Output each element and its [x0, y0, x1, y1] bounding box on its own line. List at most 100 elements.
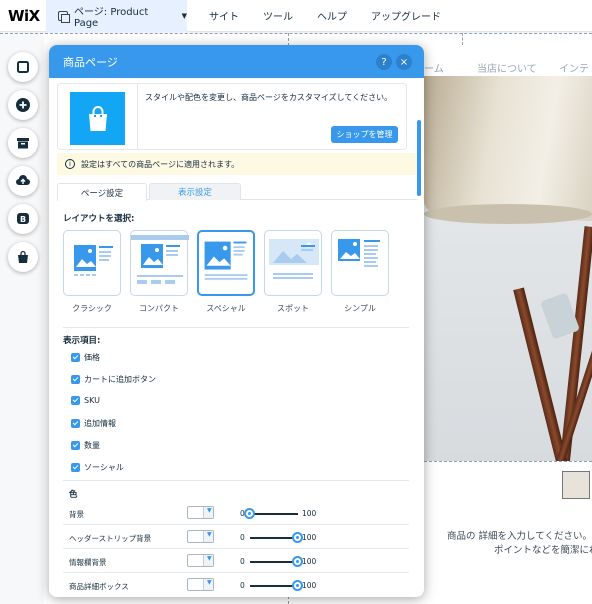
- chevron-down-icon: ▼: [207, 579, 212, 586]
- layout-compact[interactable]: コンパクト: [130, 230, 189, 314]
- opacity-min: 0: [240, 533, 245, 542]
- checkbox-label: SKU: [84, 396, 100, 405]
- chevron-down-icon: ▼: [207, 555, 212, 562]
- product-description-line: ポイントなどを簡潔にわか: [494, 545, 592, 556]
- layout-label: スペシャル: [206, 304, 246, 313]
- layout-spot-thumb: [264, 230, 322, 296]
- checkbox-icon: [71, 419, 80, 428]
- checkbox-label: カートに追加ボタン: [84, 375, 156, 384]
- notice-bar: i 設定はすべての商品ページに適用されます。: [57, 153, 417, 175]
- divider: [63, 572, 409, 573]
- shopping-bag-icon: [18, 250, 28, 263]
- layout-label: クラシック: [72, 304, 112, 313]
- layout-compact-icon: [131, 235, 189, 284]
- color-row-product-details: 商品詳細ボックス ▼ 0 100: [69, 577, 409, 597]
- layout-special[interactable]: スペシャル: [197, 230, 255, 314]
- close-button[interactable]: ×: [396, 54, 412, 70]
- checkbox-add-to-cart[interactable]: カートに追加ボタン: [71, 374, 156, 385]
- product-image[interactable]: [424, 76, 592, 461]
- color-row-info-section: 情報欄背景 ▼ 0 100: [63, 553, 409, 573]
- panel-body[interactable]: スタイルや配色を変更し、商品ページをカスタマイズしてください。 ショップを管理 …: [49, 78, 424, 597]
- blog-button[interactable]: B: [8, 204, 38, 234]
- color-row-header-strip: ヘッダーストリップ背景 ▼ 0 100: [63, 529, 409, 549]
- product-thumbnail[interactable]: [562, 471, 590, 499]
- layout-simple[interactable]: シンプル: [331, 230, 389, 314]
- chevron-down-icon: ▼: [181, 11, 188, 20]
- shop-description: スタイルや配色を変更し、商品ページをカスタマイズしてください。: [145, 93, 393, 102]
- layout-simple-icon: [338, 239, 380, 267]
- shopping-bag-icon: [88, 105, 107, 131]
- checkbox-additional-info[interactable]: 追加情報: [71, 418, 116, 429]
- layout-spot[interactable]: スポット: [264, 230, 322, 314]
- opacity-max: 100: [302, 581, 317, 590]
- color-name: 背景: [69, 510, 84, 519]
- layout-spot-icon: [269, 239, 319, 279]
- checkbox-icon: [71, 463, 80, 472]
- opacity-min: 0: [240, 581, 245, 590]
- manage-shop-button[interactable]: ショップを管理: [331, 126, 398, 143]
- lamp-shade: [424, 76, 592, 221]
- layout-label: コンパクト: [139, 304, 179, 313]
- opacity-min: 0: [240, 557, 245, 566]
- menu-upgrade[interactable]: アップグレード: [371, 8, 441, 23]
- checkbox-label: 追加情報: [84, 419, 116, 428]
- help-button[interactable]: ?: [376, 54, 392, 70]
- chevron-down-icon: ▼: [207, 507, 212, 514]
- checkbox-icon: [71, 441, 80, 450]
- layout-classic[interactable]: クラシック: [63, 230, 121, 314]
- opacity-max: 100: [302, 509, 317, 518]
- layout-special-icon: [204, 241, 248, 280]
- chevron-down-icon: ▼: [207, 531, 212, 538]
- background-button[interactable]: [8, 52, 38, 82]
- app-market-button[interactable]: [8, 128, 38, 158]
- opacity-slider[interactable]: [250, 513, 298, 515]
- add-button[interactable]: [8, 90, 38, 120]
- layout-label: スポット: [277, 304, 309, 313]
- store-button[interactable]: [8, 242, 38, 272]
- layout-compact-thumb: [130, 230, 189, 296]
- content-guide-line: [424, 461, 592, 462]
- plus-icon: [16, 98, 30, 112]
- shop-info-box: スタイルや配色を変更し、商品ページをカスタマイズしてください。 ショップを管理: [57, 83, 407, 150]
- menu-tools[interactable]: ツール: [263, 8, 293, 23]
- site-nav-home[interactable]: ーム: [424, 60, 444, 75]
- opacity-slider[interactable]: [250, 561, 298, 563]
- color-row-background: 背景 ▼ 0 100: [63, 505, 409, 525]
- checkbox-price[interactable]: 価格: [71, 352, 100, 363]
- opacity-slider[interactable]: [250, 537, 298, 539]
- color-name: 情報欄背景: [69, 558, 107, 567]
- upload-button[interactable]: [8, 166, 38, 196]
- panel-title: 商品ページ: [63, 55, 118, 69]
- upload-icon: [16, 175, 30, 185]
- layout-title: レイアウトを選択:: [63, 214, 135, 224]
- display-title: 表示項目:: [63, 336, 101, 346]
- color-name: ヘッダーストリップ背景: [69, 534, 152, 543]
- site-nav-about[interactable]: 当店について: [477, 60, 537, 75]
- checkbox-sku[interactable]: SKU: [71, 396, 100, 405]
- info-icon: i: [65, 159, 75, 169]
- color-name: 商品詳細ボックス: [69, 582, 129, 591]
- left-toolbar: B: [8, 52, 38, 280]
- tab-page-settings[interactable]: ページ設定: [57, 183, 147, 201]
- editor-top-bar: WiX ページ: Product Page ▼ サイト ツール ヘルプ アップグ…: [0, 0, 592, 32]
- opacity-slider-handle[interactable]: [244, 508, 255, 519]
- checkbox-label: 数量: [84, 441, 100, 450]
- color-title: 色: [69, 490, 78, 500]
- checkbox-label: ソーシャル: [84, 463, 124, 472]
- layout-special-thumb: [197, 230, 255, 296]
- wix-logo[interactable]: WiX: [8, 7, 44, 25]
- page-selector[interactable]: ページ: Product Page ▼: [46, 0, 187, 32]
- opacity-slider[interactable]: [250, 585, 298, 587]
- opacity-max: 100: [302, 533, 317, 542]
- tab-display-settings[interactable]: 表示設定: [149, 183, 241, 200]
- page-selector-label: ページ: Product Page: [74, 6, 149, 29]
- checkbox-icon: [71, 353, 80, 362]
- pages-icon: [58, 10, 70, 23]
- menu-help[interactable]: ヘルプ: [317, 8, 347, 23]
- panel-scrollbar[interactable]: [417, 120, 421, 196]
- checkbox-quantity[interactable]: 数量: [71, 440, 100, 451]
- svg-text:B: B: [20, 215, 26, 224]
- checkbox-social[interactable]: ソーシャル: [71, 462, 124, 473]
- menu-site[interactable]: サイト: [209, 8, 239, 23]
- product-page-panel: 商品ページ ? × スタイルや配色を変更し、商品ページをカスタマイズしてください…: [49, 45, 424, 597]
